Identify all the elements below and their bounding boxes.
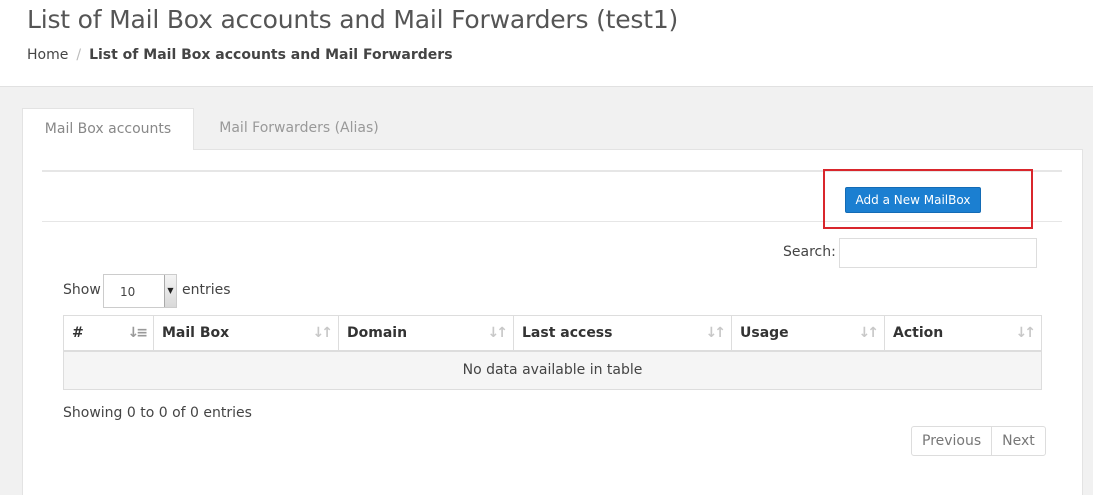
column-header-last-access[interactable]: Last access ↓↑	[514, 316, 732, 352]
previous-button[interactable]: Previous	[912, 427, 993, 455]
column-header-number[interactable]: # ↓≡	[64, 316, 154, 352]
column-header-usage[interactable]: Usage ↓↑	[732, 316, 885, 352]
tab-mail-box-accounts[interactable]: Mail Box accounts	[22, 108, 194, 150]
search-input[interactable]	[839, 238, 1037, 268]
next-button[interactable]: Next	[992, 427, 1045, 455]
column-header-label: Usage	[740, 325, 789, 341]
sort-both-icon[interactable]: ↓↑	[706, 316, 727, 350]
breadcrumb-current: List of Mail Box accounts and Mail Forwa…	[89, 47, 453, 63]
table-info: Showing 0 to 0 of 0 entries	[63, 405, 252, 421]
column-header-domain[interactable]: Domain ↓↑	[339, 316, 514, 352]
breadcrumb-separator: /	[76, 47, 82, 63]
page-length-value: 10	[120, 285, 136, 299]
tab-mail-forwarders[interactable]: Mail Forwarders (Alias)	[200, 108, 398, 150]
page-title: List of Mail Box accounts and Mail Forwa…	[27, 5, 679, 34]
page-length-select[interactable]: 10 ▼	[103, 274, 177, 308]
mailbox-table: # ↓≡ Mail Box ↓↑ Domain ↓↑ Last access ↓…	[63, 315, 1042, 390]
show-label: Show	[63, 282, 101, 298]
sort-both-icon[interactable]: ↓↑	[488, 316, 509, 350]
column-header-label: Mail Box	[162, 325, 230, 341]
table-empty-row: No data available in table	[64, 352, 1041, 389]
table-header: # ↓≡ Mail Box ↓↑ Domain ↓↑ Last access ↓…	[64, 316, 1041, 352]
page-header: List of Mail Box accounts and Mail Forwa…	[0, 0, 1093, 87]
column-header-mailbox[interactable]: Mail Box ↓↑	[154, 316, 339, 352]
column-header-label: #	[72, 325, 84, 341]
breadcrumb-home[interactable]: Home	[27, 47, 68, 63]
add-mailbox-button[interactable]: Add a New MailBox	[845, 187, 981, 213]
column-header-label: Domain	[347, 325, 408, 341]
sort-both-icon[interactable]: ↓↑	[1016, 316, 1037, 350]
pagination: Previous Next	[911, 426, 1046, 456]
column-header-action[interactable]: Action ↓↑	[885, 316, 1041, 352]
sort-both-icon[interactable]: ↓↑	[859, 316, 880, 350]
sort-both-icon[interactable]: ↓↑	[313, 316, 334, 350]
column-header-label: Action	[893, 325, 944, 341]
search-label: Search:	[783, 244, 836, 260]
breadcrumb: Home / List of Mail Box accounts and Mail …	[27, 47, 453, 63]
caret-down-icon[interactable]: ▼	[164, 275, 176, 307]
entries-label: entries	[182, 282, 231, 298]
sort-asc-icon[interactable]: ↓≡	[128, 316, 149, 350]
column-header-label: Last access	[522, 325, 613, 341]
